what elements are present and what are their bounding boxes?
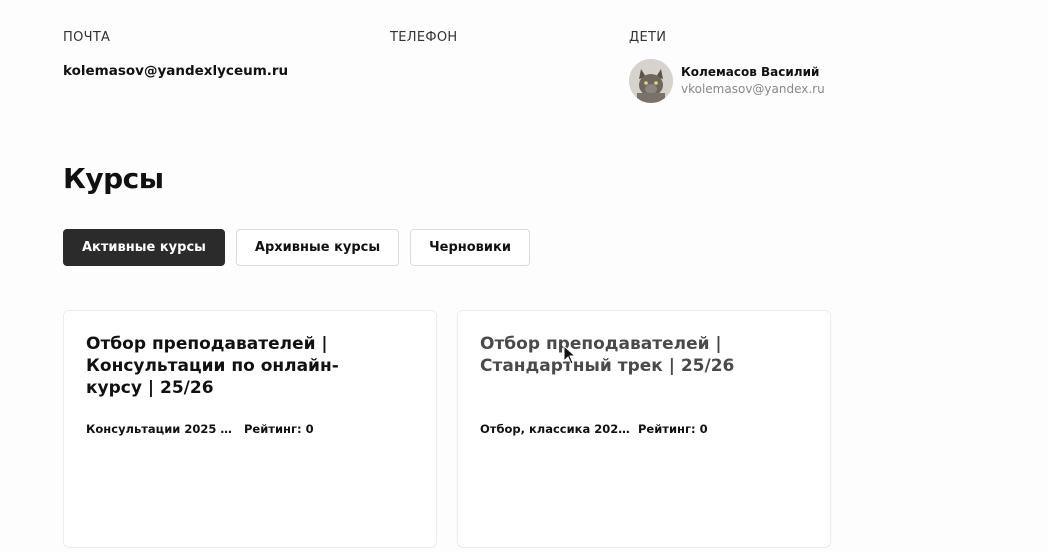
course-title: Отбор преподавателей | Консультации по о…: [86, 334, 339, 398]
page-title: Курсы: [63, 162, 164, 195]
course-list: Отбор преподавателей | Консультации по о…: [63, 310, 851, 548]
tab-archived-courses[interactable]: Архивные курсы: [235, 229, 400, 266]
course-tabs: Активные курсы Архивные курсы Черновики: [63, 229, 541, 266]
child-item[interactable]: Колемасов Василий vkolemasov@yandex.ru: [629, 59, 825, 103]
mouse-cursor-icon: [563, 345, 577, 365]
cat-avatar-icon: [629, 59, 673, 103]
course-group: Консультации 2025 - 2: [86, 422, 236, 436]
email-label: ПОЧТА: [63, 30, 111, 45]
course-group: Отбор, классика 2025 ...: [480, 422, 630, 436]
course-card[interactable]: Отбор преподавателей | Стандартный трек …: [457, 310, 831, 548]
email-value: kolemasov@yandexlyceum.ru: [63, 63, 289, 79]
children-label: ДЕТИ: [629, 30, 667, 45]
child-name: Колемасов Василий: [681, 65, 820, 79]
tab-active-courses[interactable]: Активные курсы: [63, 229, 225, 266]
course-rating: Рейтинг: 0: [638, 422, 708, 436]
avatar: [629, 59, 673, 103]
profile-info: ПОЧТА kolemasov@yandexlyceum.ru ТЕЛЕФОН …: [0, 0, 1048, 130]
phone-label: ТЕЛЕФОН: [390, 30, 458, 45]
course-rating: Рейтинг: 0: [244, 422, 314, 436]
course-title: Отбор преподавателей | Стандартный трек …: [480, 334, 735, 376]
child-email: vkolemasov@yandex.ru: [681, 82, 825, 96]
tab-drafts[interactable]: Черновики: [410, 229, 530, 266]
course-card[interactable]: Отбор преподавателей | Консультации по о…: [63, 310, 437, 548]
